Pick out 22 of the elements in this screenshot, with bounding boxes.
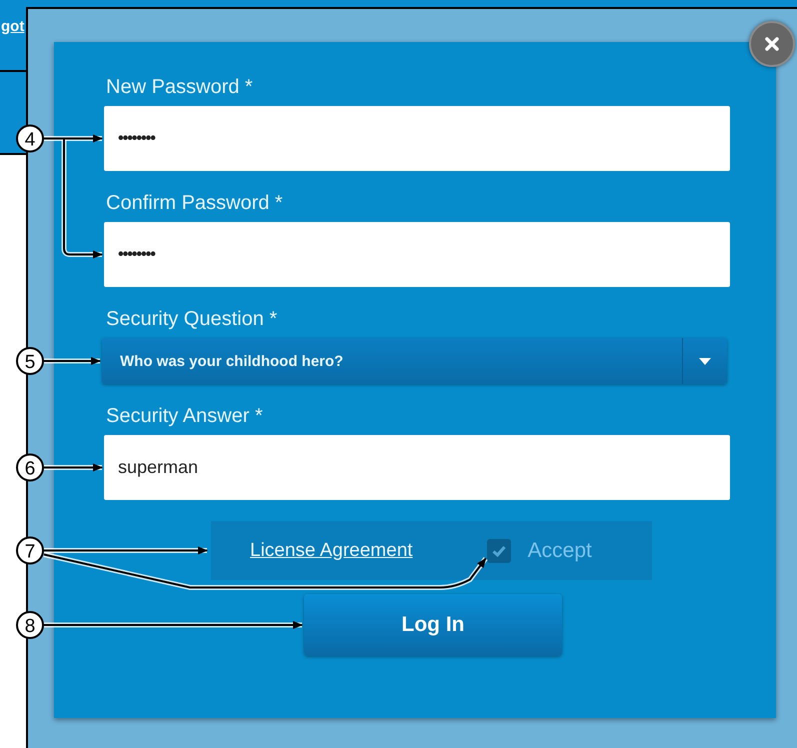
close-icon <box>764 36 780 52</box>
password-field[interactable]: •••••••• <box>104 106 730 171</box>
field-label: Security Question * <box>106 308 278 330</box>
dropdown[interactable]: Who was your childhood hero? <box>102 338 727 384</box>
callout-number: 7 <box>16 536 44 564</box>
license-link[interactable]: License Agreement <box>250 540 413 562</box>
callout-number: 5 <box>16 347 44 375</box>
field-label: New Password * <box>106 76 254 98</box>
field-label: Confirm Password * <box>106 192 284 214</box>
input-field[interactable]: superman <box>104 435 730 500</box>
close-button[interactable] <box>749 21 795 67</box>
callout-number: 8 <box>16 611 44 639</box>
callout-arrow <box>44 357 101 365</box>
caret-icon <box>699 358 711 364</box>
callout-number: 6 <box>16 454 44 482</box>
check-icon <box>492 544 506 556</box>
link[interactable]: got <box>1 18 24 35</box>
login-button[interactable]: Log In <box>304 594 562 656</box>
checkbox-label: Accept <box>528 538 592 562</box>
password-field[interactable]: •••••••• <box>104 222 730 287</box>
field-label: Security Answer * <box>106 405 264 427</box>
callout-arrow <box>44 464 103 472</box>
